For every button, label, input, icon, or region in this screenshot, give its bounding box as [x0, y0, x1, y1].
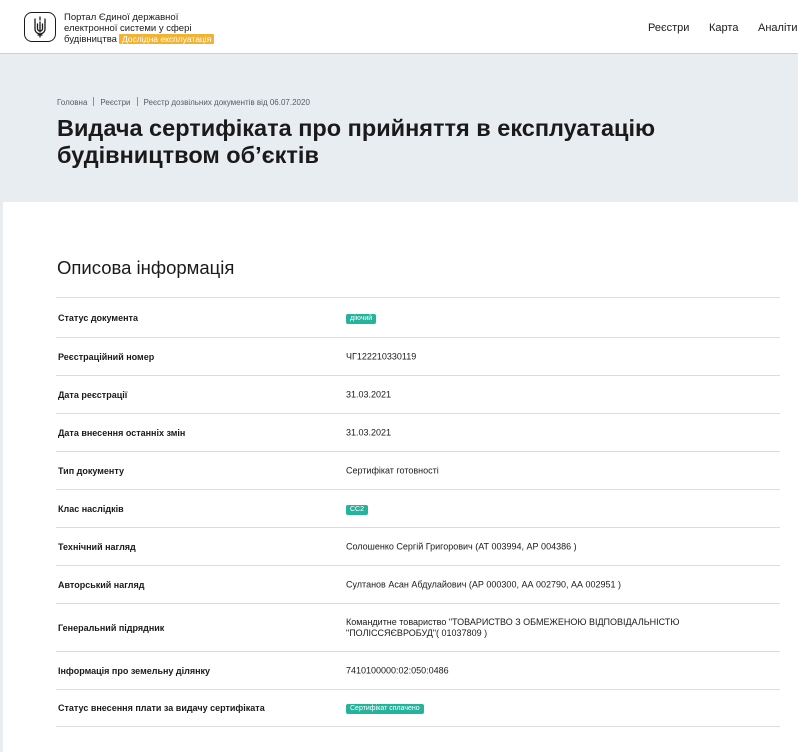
- section-title: Описова інформація: [57, 257, 235, 278]
- row-label: Реєстраційний номер: [58, 351, 155, 362]
- row-label: Статус внесення плати за видачу сертифік…: [58, 703, 265, 713]
- row-label: Тип документу: [58, 465, 124, 476]
- row-value: 7410100000:02:050:0486: [346, 665, 449, 675]
- row-value-line2: "ПОЛІССЯЄВРОБУД"( 01037809 ): [346, 627, 488, 638]
- row-label: Дата внесення останніх змін: [58, 427, 186, 438]
- row-value: 31.03.2021: [346, 389, 392, 399]
- page-title-line1: Видача сертифіката про прийняття в експл…: [57, 115, 656, 141]
- table-row: Клас наслідків СС2: [56, 489, 780, 527]
- table-row: Генеральний підрядник Командитне товарис…: [56, 603, 780, 651]
- nav-map[interactable]: Карта: [709, 22, 738, 34]
- table-row: Реєстраційний номер ЧГ122210330119: [56, 337, 780, 375]
- row-label: Технічний нагляд: [58, 541, 136, 552]
- trident-logo-icon[interactable]: [24, 12, 56, 42]
- page-title-line2: будівництвом об’єктів: [57, 142, 319, 168]
- breadcrumb-registries[interactable]: Реєстри: [100, 98, 130, 107]
- row-value: Сертифікат готовності: [346, 465, 439, 475]
- row-label: Авторський нагляд: [58, 579, 145, 590]
- table-row: Дата реєстрації 31.03.2021: [56, 375, 780, 413]
- portal-name-line3: будівництва: [64, 34, 117, 45]
- row-value: Солошенко Сергій Григорович (АТ 003994, …: [346, 541, 577, 551]
- row-label: Генеральний підрядник: [58, 622, 165, 633]
- breadcrumb-separator: [136, 97, 138, 106]
- site-header: Портал Єдиної державної електронної сист…: [0, 0, 798, 54]
- breadcrumb: Головна Реєстри Реєстр дозвільних документ…: [57, 97, 310, 107]
- row-label: Інформація про земельну ділянку: [58, 665, 211, 676]
- main-content: Описова інформація Статус документа діюч…: [3, 202, 798, 752]
- beta-badge: Дослідна експлуатація: [118, 34, 215, 44]
- payment-status-badge: Сертифікат сплачено: [346, 704, 424, 714]
- portal-name-line2: електронної системи у сфері: [64, 23, 192, 34]
- table-row: Тип документу Сертифікат готовності: [56, 451, 780, 489]
- info-table: Статус документа діючий Реєстраційний но…: [56, 297, 780, 727]
- nav-analytics[interactable]: Аналіти: [758, 22, 798, 34]
- table-row: Статус документа діючий: [56, 297, 780, 337]
- table-row: Інформація про земельну ділянку 74101000…: [56, 651, 780, 689]
- row-value: 31.03.2021: [346, 427, 392, 437]
- page-title: Видача сертифіката про прийняття в експл…: [57, 115, 798, 169]
- row-label: Статус документа: [58, 312, 138, 323]
- breadcrumb-home[interactable]: Головна: [57, 98, 87, 107]
- page-hero: Головна Реєстри Реєстр дозвільних документ…: [3, 55, 798, 202]
- portal-name-line1: Портал Єдиної державної: [64, 12, 179, 23]
- breadcrumb-separator: [93, 97, 95, 106]
- row-value-line1: Командитне товариство "ТОВАРИСТВО З ОБМЕ…: [346, 616, 680, 627]
- table-row: Авторський нагляд Султанов Асан Абдулайо…: [56, 565, 780, 603]
- nav-registries[interactable]: Реєстри: [648, 22, 689, 34]
- table-row: Технічний нагляд Солошенко Сергій Григор…: [56, 527, 780, 565]
- class-badge: СС2: [346, 504, 369, 515]
- row-label: Дата реєстрації: [58, 389, 128, 400]
- row-label: Клас наслідків: [58, 503, 124, 514]
- table-row: Статус внесення плати за видачу сертифік…: [56, 689, 780, 727]
- breadcrumb-current[interactable]: Реєстр дозвільних документів від 06.07.2…: [144, 98, 310, 107]
- status-badge: діючий: [346, 313, 377, 324]
- row-value: Султанов Асан Абдулайович (АР 000300, АА…: [346, 579, 622, 589]
- portal-name[interactable]: Портал Єдиної державної електронної сист…: [64, 12, 224, 45]
- row-value: ЧГ122210330119: [346, 351, 417, 361]
- table-row: Дата внесення останніх змін 31.03.2021: [56, 413, 780, 451]
